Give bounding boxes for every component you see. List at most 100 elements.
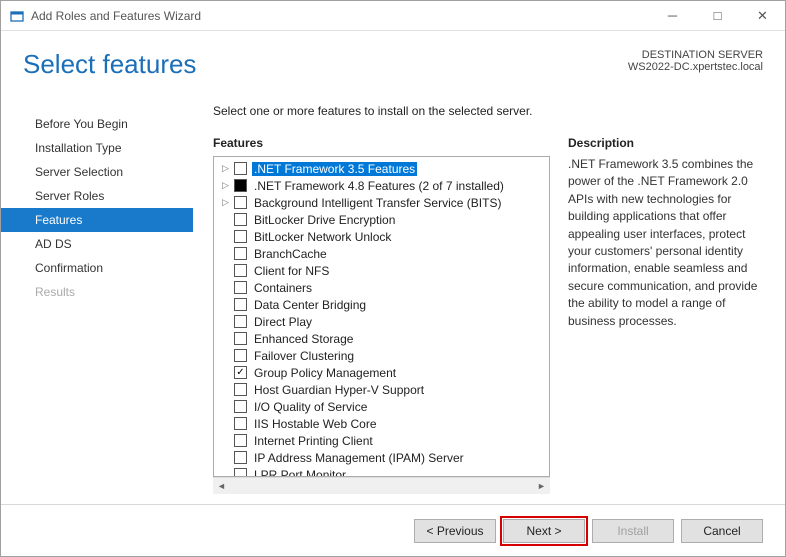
feature-checkbox[interactable]: [234, 162, 247, 175]
feature-checkbox[interactable]: [234, 400, 247, 413]
feature-label[interactable]: .NET Framework 3.5 Features: [252, 162, 417, 176]
destination-info: DESTINATION SERVER WS2022-DC.xpertstec.l…: [628, 49, 763, 73]
feature-checkbox[interactable]: [234, 332, 247, 345]
feature-label[interactable]: Data Center Bridging: [252, 298, 368, 312]
expand-icon: [220, 316, 231, 327]
feature-label[interactable]: Group Policy Management: [252, 366, 398, 380]
feature-row[interactable]: LPR Port Monitor: [214, 466, 549, 477]
feature-checkbox[interactable]: [234, 451, 247, 464]
feature-checkbox[interactable]: [234, 230, 247, 243]
feature-label[interactable]: IIS Hostable Web Core: [252, 417, 379, 431]
maximize-button[interactable]: □: [695, 1, 740, 30]
expand-icon: [220, 231, 231, 242]
window-controls: ─ □ ✕: [650, 1, 785, 30]
feature-row[interactable]: IIS Hostable Web Core: [214, 415, 549, 432]
feature-row[interactable]: ▷ .NET Framework 3.5 Features: [214, 160, 549, 177]
minimize-button[interactable]: ─: [650, 1, 695, 30]
feature-row[interactable]: Internet Printing Client: [214, 432, 549, 449]
feature-checkbox[interactable]: [234, 281, 247, 294]
feature-label[interactable]: IP Address Management (IPAM) Server: [252, 451, 466, 465]
feature-row[interactable]: I/O Quality of Service: [214, 398, 549, 415]
panels: Features ▷.NET Framework 3.5 Features▷.N…: [213, 136, 763, 494]
expand-icon: [220, 333, 231, 344]
feature-checkbox[interactable]: [234, 434, 247, 447]
expand-icon: [220, 214, 231, 225]
next-button[interactable]: Next >: [503, 519, 585, 543]
feature-label[interactable]: BitLocker Drive Encryption: [252, 213, 397, 227]
description-heading: Description: [568, 136, 763, 150]
expand-icon: [220, 248, 231, 259]
feature-row[interactable]: Client for NFS: [214, 262, 549, 279]
feature-row[interactable]: Enhanced Storage: [214, 330, 549, 347]
feature-label[interactable]: Failover Clustering: [252, 349, 356, 363]
sidebar-item-confirmation[interactable]: Confirmation: [1, 256, 193, 280]
feature-checkbox[interactable]: [234, 315, 247, 328]
expand-icon: [220, 367, 231, 378]
feature-label[interactable]: Host Guardian Hyper-V Support: [252, 383, 426, 397]
feature-label[interactable]: Background Intelligent Transfer Service …: [252, 196, 503, 210]
header: Select features DESTINATION SERVER WS202…: [1, 31, 785, 90]
feature-row[interactable]: ✓ Group Policy Management: [214, 364, 549, 381]
feature-checkbox[interactable]: [234, 247, 247, 260]
feature-checkbox[interactable]: [234, 213, 247, 226]
scroll-right-icon[interactable]: ►: [533, 478, 550, 494]
feature-checkbox[interactable]: [234, 417, 247, 430]
previous-button[interactable]: < Previous: [414, 519, 496, 543]
feature-row[interactable]: Host Guardian Hyper-V Support: [214, 381, 549, 398]
feature-row[interactable]: Data Center Bridging: [214, 296, 549, 313]
sidebar-item-ad-ds[interactable]: AD DS: [1, 232, 193, 256]
expand-icon: [220, 299, 231, 310]
feature-checkbox[interactable]: [234, 468, 247, 477]
expand-icon[interactable]: ▷: [220, 180, 231, 191]
feature-label[interactable]: Client for NFS: [252, 264, 331, 278]
expand-icon: [220, 401, 231, 412]
feature-checkbox[interactable]: [234, 196, 247, 209]
feature-row[interactable]: BitLocker Drive Encryption: [214, 211, 549, 228]
feature-row[interactable]: ▷ Background Intelligent Transfer Service…: [214, 194, 549, 211]
expand-icon: [220, 435, 231, 446]
feature-row[interactable]: BranchCache: [214, 245, 549, 262]
feature-label[interactable]: Containers: [252, 281, 314, 295]
feature-label[interactable]: LPR Port Monitor: [252, 468, 348, 478]
page-title: Select features: [23, 49, 196, 80]
feature-label[interactable]: I/O Quality of Service: [252, 400, 369, 414]
feature-checkbox[interactable]: ✓: [234, 366, 247, 379]
feature-checkbox[interactable]: [234, 264, 247, 277]
feature-label[interactable]: BitLocker Network Unlock: [252, 230, 393, 244]
sidebar-item-server-selection[interactable]: Server Selection: [1, 160, 193, 184]
description-panel: Description .NET Framework 3.5 combines …: [568, 136, 763, 494]
feature-label[interactable]: Enhanced Storage: [252, 332, 355, 346]
expand-icon: [220, 350, 231, 361]
feature-checkbox[interactable]: [234, 298, 247, 311]
expand-icon: [220, 418, 231, 429]
feature-row[interactable]: Direct Play: [214, 313, 549, 330]
feature-checkbox[interactable]: [234, 349, 247, 362]
feature-row[interactable]: Containers: [214, 279, 549, 296]
feature-row[interactable]: IP Address Management (IPAM) Server: [214, 449, 549, 466]
feature-list[interactable]: ▷ .NET Framework 3.5 Features ▷ .NET Framew…: [213, 156, 550, 477]
feature-label[interactable]: .NET Framework 4.8 Features (2 of 7 inst…: [252, 179, 506, 193]
feature-row[interactable]: Failover Clustering: [214, 347, 549, 364]
feature-label[interactable]: Internet Printing Client: [252, 434, 375, 448]
feature-label[interactable]: Direct Play: [252, 315, 314, 329]
feature-checkbox[interactable]: [234, 383, 247, 396]
destination-name: WS2022-DC.xpertstec.local: [628, 61, 763, 73]
cancel-button[interactable]: Cancel: [681, 519, 763, 543]
feature-row[interactable]: ▷ .NET Framework 4.8 Features (2 of 7 ins…: [214, 177, 549, 194]
horizontal-scrollbar[interactable]: ◄ ►: [213, 477, 550, 494]
expand-icon: [220, 452, 231, 463]
feature-label[interactable]: BranchCache: [252, 247, 329, 261]
scroll-left-icon[interactable]: ◄: [213, 478, 230, 494]
sidebar-item-before-you-begin[interactable]: Before You Begin: [1, 112, 193, 136]
sidebar-item-server-roles[interactable]: Server Roles: [1, 184, 193, 208]
titlebar: Add Roles and Features Wizard ─ □ ✕: [1, 1, 785, 31]
expand-icon[interactable]: ▷: [220, 163, 231, 174]
close-button[interactable]: ✕: [740, 1, 785, 30]
feature-row[interactable]: BitLocker Network Unlock: [214, 228, 549, 245]
expand-icon: [220, 282, 231, 293]
window-title: Add Roles and Features Wizard: [31, 9, 650, 23]
expand-icon[interactable]: ▷: [220, 197, 231, 208]
feature-checkbox[interactable]: [234, 179, 247, 192]
sidebar-item-features[interactable]: Features: [1, 208, 193, 232]
sidebar-item-installation-type[interactable]: Installation Type: [1, 136, 193, 160]
